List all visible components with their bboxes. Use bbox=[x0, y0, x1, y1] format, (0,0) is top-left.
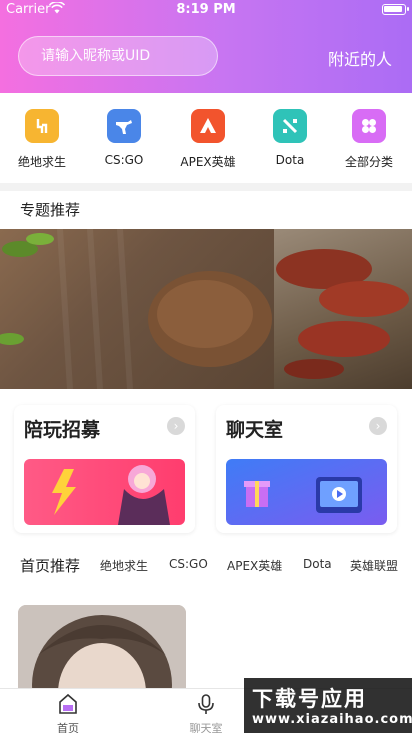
nav-label: 聊天室 bbox=[189, 722, 223, 733]
category-dota[interactable]: Dota bbox=[250, 109, 330, 167]
watermark-title: 下载号应用 bbox=[252, 687, 367, 711]
featured-banner[interactable] bbox=[0, 229, 412, 389]
microphone-icon bbox=[198, 694, 214, 714]
tab-dota[interactable]: Dota bbox=[303, 557, 332, 571]
battery-icon bbox=[382, 4, 409, 15]
watermark-url: www.xiazaihao.com bbox=[252, 712, 412, 727]
nav-home[interactable]: 首页 bbox=[38, 693, 98, 733]
chevron-right-icon[interactable]: › bbox=[167, 417, 185, 435]
apex-icon bbox=[191, 109, 225, 143]
site-watermark: 下载号应用 www.xiazaihao.com bbox=[244, 678, 412, 733]
nearby-people-button[interactable]: 附近的人 bbox=[328, 46, 392, 70]
category-pubg[interactable]: 绝地求生 bbox=[2, 109, 82, 170]
featured-title: 专题推荐 bbox=[20, 201, 81, 219]
nav-label: 首页 bbox=[57, 722, 79, 733]
tab-csgo[interactable]: CS:GO bbox=[169, 557, 208, 571]
chatroom-card[interactable]: 聊天室 › bbox=[216, 405, 397, 533]
category-row: 绝地求生 CS:GO APEX英雄 Dota 全部分类 bbox=[0, 93, 412, 183]
category-label: CS:GO bbox=[104, 153, 144, 167]
card-title: 聊天室 bbox=[226, 419, 284, 441]
companion-recruit-card[interactable]: 陪玩招募 › bbox=[14, 405, 195, 533]
nav-chatroom[interactable]: 聊天室 bbox=[176, 693, 236, 733]
tab-apex[interactable]: APEX英雄 bbox=[227, 557, 282, 574]
category-label: Dota bbox=[275, 153, 305, 167]
category-label: 绝地求生 bbox=[17, 155, 66, 169]
category-csgo[interactable]: CS:GO bbox=[84, 109, 164, 167]
dota-icon bbox=[273, 109, 307, 143]
pubg-icon bbox=[25, 109, 59, 143]
banner-image-herbal bbox=[0, 229, 274, 389]
category-label: APEX英雄 bbox=[180, 155, 236, 169]
chevron-right-icon[interactable]: › bbox=[369, 417, 387, 435]
home-icon bbox=[59, 693, 77, 714]
category-all[interactable]: 全部分类 bbox=[329, 109, 409, 170]
player-card[interactable] bbox=[18, 605, 186, 695]
player-photo bbox=[18, 605, 186, 695]
banner-image-mushroom bbox=[274, 229, 412, 389]
category-label: 全部分类 bbox=[344, 155, 393, 169]
search-input[interactable]: 请输入昵称或UID bbox=[18, 36, 218, 76]
clock: 8:19 PM bbox=[176, 2, 236, 17]
chatroom-illustration bbox=[226, 459, 387, 525]
recruit-illustration bbox=[24, 459, 185, 525]
section-divider bbox=[0, 183, 412, 191]
tab-lol[interactable]: 英雄联盟 bbox=[350, 557, 398, 574]
card-title: 陪玩招募 bbox=[24, 419, 101, 441]
home-tabs: 首页推荐 绝地求生 CS:GO APEX英雄 Dota 英雄联盟 bbox=[0, 553, 412, 583]
status-bar: Carrier 8:19 PM bbox=[0, 0, 412, 20]
tab-home-recommend[interactable]: 首页推荐 bbox=[20, 555, 80, 576]
all-categories-icon bbox=[352, 109, 386, 143]
category-apex[interactable]: APEX英雄 bbox=[168, 109, 248, 170]
tab-pubg[interactable]: 绝地求生 bbox=[100, 557, 148, 574]
csgo-icon bbox=[107, 109, 141, 143]
